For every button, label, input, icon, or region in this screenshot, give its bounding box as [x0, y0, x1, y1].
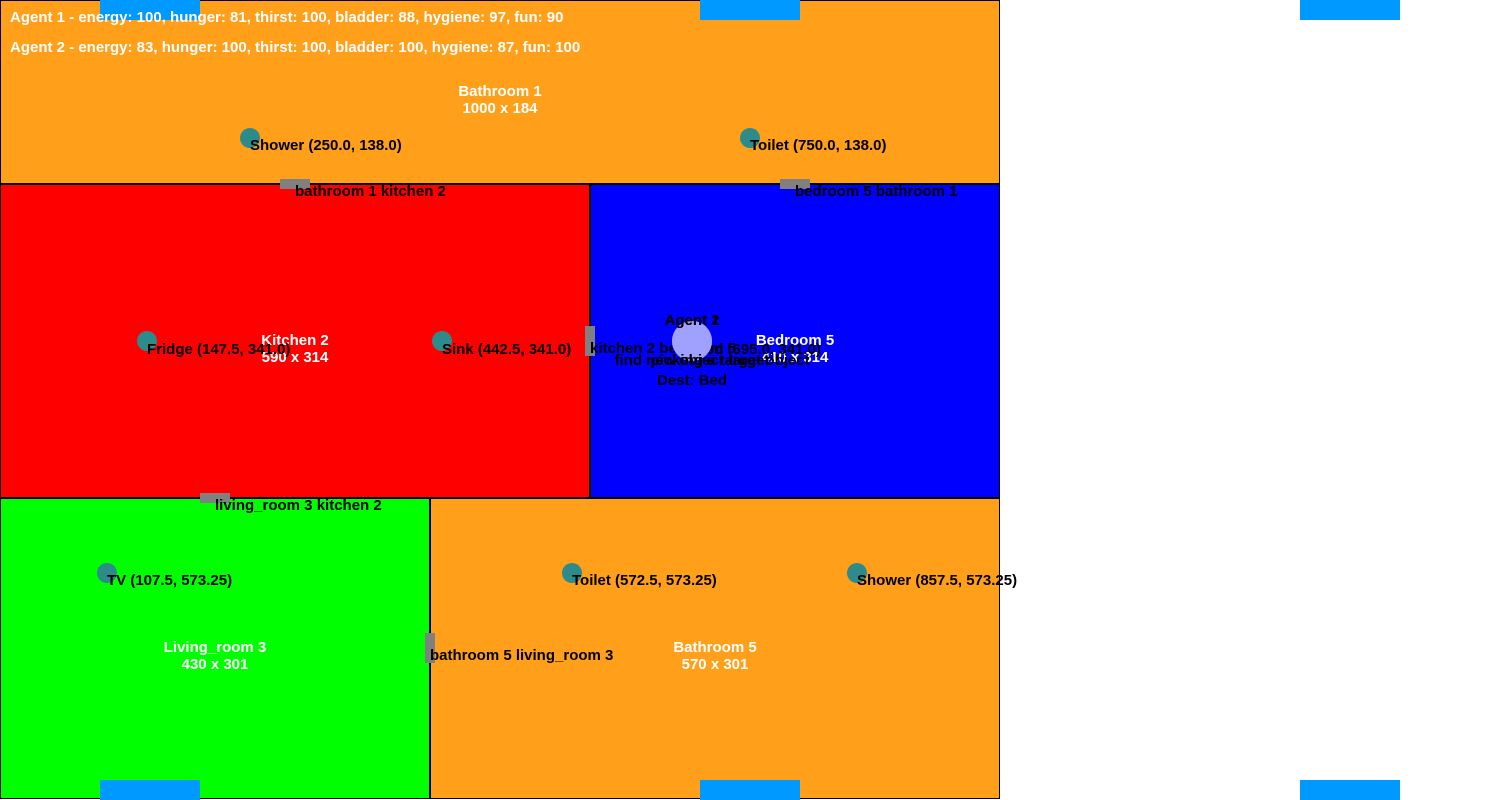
window: [1300, 0, 1400, 20]
object-label: Sink (442.5, 341.0): [442, 341, 572, 358]
agent-2-destination: Dest: Bed: [656, 372, 728, 389]
agent-2-name: Agent 2: [664, 312, 720, 329]
room-size: 430 x 301: [181, 656, 249, 673]
object-label: Fridge (147.5, 341.0): [147, 341, 291, 358]
room-name: Living_room 3: [163, 639, 267, 656]
agent-1-status: Agent 1 - energy: 100, hunger: 81, thirs…: [10, 9, 564, 26]
object-label: Shower (857.5, 573.25): [857, 572, 1018, 589]
window: [700, 0, 800, 20]
object-label: Shower (250.0, 138.0): [250, 137, 402, 154]
window: [700, 780, 800, 800]
object-label: Toilet (750.0, 138.0): [750, 137, 887, 154]
door-label: bedroom 5 bathroom 1: [795, 183, 958, 200]
object-label: TV (107.5, 573.25): [107, 572, 233, 589]
door-label: bathroom 5 living_room 3: [430, 647, 614, 664]
window: [100, 780, 200, 800]
room-label-living-room-3: Living_room 3 430 x 301: [164, 639, 267, 673]
room-name: Bathroom 5: [673, 639, 757, 656]
room-size: 1000 x 184: [462, 100, 538, 117]
room-size: 570 x 301: [681, 656, 749, 673]
window: [1300, 780, 1400, 800]
agent-2-status: Agent 2 - energy: 83, hunger: 100, thirs…: [10, 39, 581, 56]
door-label: living_room 3 kitchen 2: [215, 497, 382, 514]
agent-2-action: picking a target object: [650, 352, 810, 369]
room-name: Bathroom 1: [458, 83, 542, 100]
door-label: bathroom 1 kitchen 2: [295, 183, 446, 200]
room-label-bathroom-1: Bathroom 1 1000 x 184: [458, 83, 541, 117]
object-label: Toilet (572.5, 573.25): [572, 572, 717, 589]
room-label-bathroom-5: Bathroom 5 570 x 301: [673, 639, 756, 673]
